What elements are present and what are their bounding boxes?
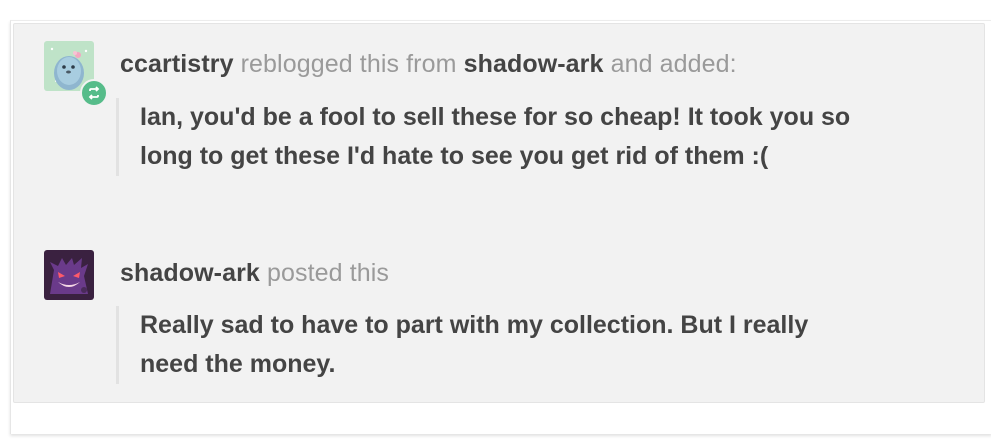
gengar-avatar-icon bbox=[44, 250, 94, 300]
post-card: ccartistry reblogged this from shadow-ar… bbox=[10, 20, 991, 434]
blog-name-link[interactable]: shadow-ark bbox=[120, 259, 260, 287]
action-text: reblogged this from bbox=[240, 50, 457, 78]
blog-name-link[interactable]: ccartistry bbox=[120, 50, 234, 78]
action-text: posted this bbox=[266, 259, 389, 287]
reblog-icon bbox=[88, 86, 100, 100]
trail-header: shadow-ark posted this bbox=[120, 259, 389, 288]
reblog-badge bbox=[80, 79, 108, 107]
avatar[interactable] bbox=[44, 41, 108, 107]
post-footer bbox=[13, 404, 985, 430]
reblog-trail: ccartistry reblogged this from shadow-ar… bbox=[13, 23, 985, 403]
trail-header: ccartistry reblogged this from shadow-ar… bbox=[120, 50, 737, 79]
avatar[interactable] bbox=[44, 250, 94, 300]
source-blog-link[interactable]: shadow-ark bbox=[464, 50, 604, 78]
trail-body: Ian, you'd be a fool to sell these for s… bbox=[116, 98, 860, 176]
trail-body: Really sad to have to part with my colle… bbox=[116, 306, 840, 384]
action-suffix-text: and added: bbox=[610, 50, 737, 78]
